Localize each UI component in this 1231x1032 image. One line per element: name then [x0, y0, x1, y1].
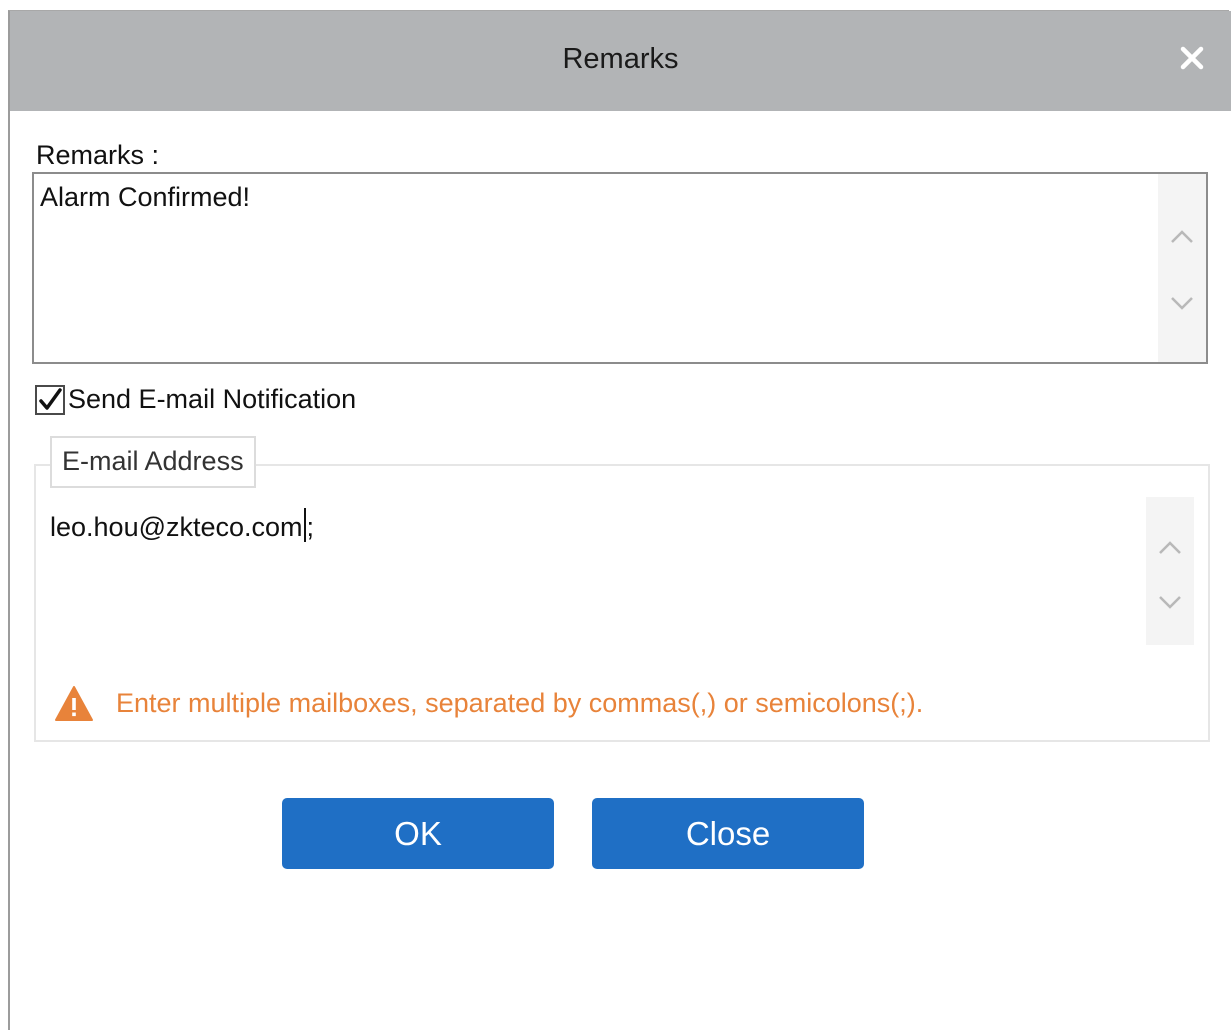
remarks-label: Remarks : — [36, 140, 160, 170]
email-warning-text: Enter multiple mailboxes, separated by c… — [116, 688, 924, 718]
close-icon[interactable] — [1172, 38, 1212, 78]
remarks-textarea[interactable]: Alarm Confirmed! — [32, 172, 1208, 364]
scroll-down-icon[interactable] — [1146, 585, 1194, 621]
scroll-up-icon[interactable] — [1158, 218, 1206, 254]
email-input[interactable]: leo.hou@zkteco.com; — [50, 508, 314, 543]
remarks-dialog: Remarks Remarks : Alarm Confirmed! Send … — [8, 10, 1231, 1030]
scroll-down-icon[interactable] — [1158, 286, 1206, 322]
email-address-legend: E-mail Address — [50, 436, 256, 488]
dialog-title: Remarks — [562, 43, 679, 75]
email-value-suffix: ; — [306, 512, 315, 542]
checkmark-icon — [39, 388, 62, 410]
ok-button[interactable]: OK — [282, 798, 554, 869]
remarks-value: Alarm Confirmed! — [40, 182, 251, 212]
send-email-label: Send E-mail Notification — [68, 384, 357, 414]
remarks-scrollbar[interactable] — [1158, 174, 1206, 362]
close-button[interactable]: Close — [592, 798, 864, 869]
send-email-checkbox[interactable] — [35, 385, 65, 415]
email-value: leo.hou@zkteco.com — [50, 512, 303, 542]
warning-icon — [54, 685, 94, 723]
text-caret — [303, 508, 306, 542]
scroll-up-icon[interactable] — [1146, 529, 1194, 565]
dialog-titlebar: Remarks — [10, 11, 1231, 111]
email-scrollbar[interactable] — [1146, 497, 1194, 645]
